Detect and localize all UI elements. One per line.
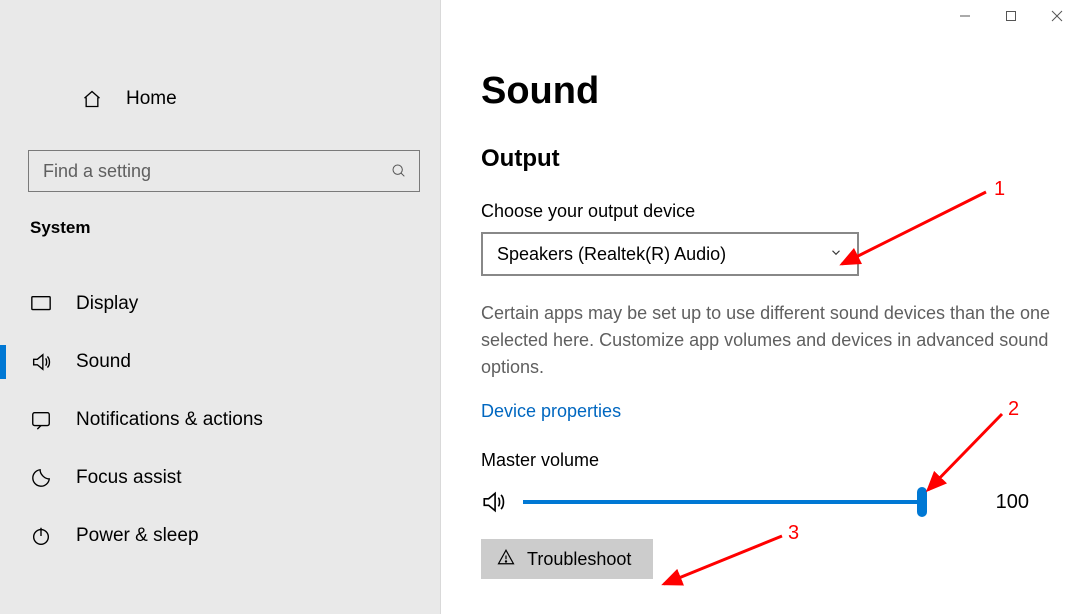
sound-icon bbox=[30, 351, 52, 373]
search-input[interactable] bbox=[29, 161, 379, 182]
master-volume-row: 100 bbox=[481, 489, 1080, 515]
sidebar-search[interactable] bbox=[28, 150, 420, 192]
page-title: Sound bbox=[481, 70, 1080, 113]
annotation-label-2: 2 bbox=[1008, 398, 1019, 421]
master-volume-label: Master volume bbox=[481, 450, 1080, 471]
sidebar-nav: Display Sound Notifications & actions Fo… bbox=[0, 275, 440, 565]
sidebar-item-label: Display bbox=[76, 293, 138, 315]
troubleshoot-label: Troubleshoot bbox=[527, 549, 631, 570]
power-icon bbox=[30, 525, 52, 547]
sidebar-item-label: Power & sleep bbox=[76, 525, 199, 547]
search-icon bbox=[379, 163, 419, 179]
notifications-icon bbox=[30, 409, 52, 431]
volume-icon bbox=[481, 489, 507, 515]
sidebar: Home System Display Sound bbox=[0, 0, 440, 614]
display-icon bbox=[30, 293, 52, 315]
sidebar-item-focus-assist[interactable]: Focus assist bbox=[0, 449, 440, 507]
output-note: Certain apps may be set up to use differ… bbox=[481, 300, 1080, 381]
troubleshoot-button[interactable]: Troubleshoot bbox=[481, 539, 653, 579]
sidebar-item-sound[interactable]: Sound bbox=[0, 333, 440, 391]
sidebar-home[interactable]: Home bbox=[82, 88, 177, 110]
sidebar-section-heading: System bbox=[30, 218, 90, 238]
sidebar-item-display[interactable]: Display bbox=[0, 275, 440, 333]
sidebar-item-notifications[interactable]: Notifications & actions bbox=[0, 391, 440, 449]
focus-assist-icon bbox=[30, 467, 52, 489]
output-device-dropdown[interactable]: Speakers (Realtek(R) Audio) bbox=[481, 232, 859, 276]
sidebar-item-power-sleep[interactable]: Power & sleep bbox=[0, 507, 440, 565]
master-volume-slider[interactable] bbox=[523, 490, 923, 514]
sidebar-item-label: Sound bbox=[76, 351, 131, 373]
sidebar-home-label: Home bbox=[126, 88, 177, 110]
device-properties-link[interactable]: Device properties bbox=[481, 401, 621, 422]
output-device-selected: Speakers (Realtek(R) Audio) bbox=[497, 244, 726, 265]
annotation-label-3: 3 bbox=[788, 522, 799, 545]
chevron-down-icon bbox=[829, 244, 843, 265]
sidebar-item-label: Notifications & actions bbox=[76, 409, 263, 431]
slider-track bbox=[523, 500, 923, 504]
home-icon bbox=[82, 89, 102, 109]
output-heading: Output bbox=[481, 145, 1080, 173]
sidebar-item-label: Focus assist bbox=[76, 467, 182, 489]
main-content: Sound Output Choose your output device S… bbox=[441, 0, 1080, 614]
slider-thumb[interactable] bbox=[917, 487, 927, 517]
annotation-label-1: 1 bbox=[994, 178, 1005, 201]
warning-icon bbox=[497, 548, 515, 571]
choose-output-label: Choose your output device bbox=[481, 201, 1080, 222]
settings-window: Settings Home System bbox=[0, 0, 1080, 614]
volume-value: 100 bbox=[939, 491, 1059, 514]
